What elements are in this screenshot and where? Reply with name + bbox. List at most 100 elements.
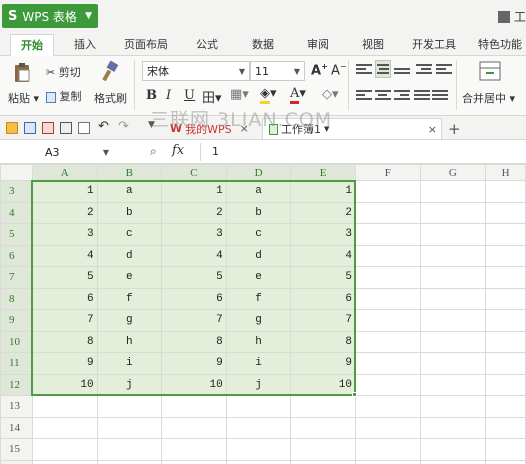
cell[interactable] (31, 416, 98, 439)
tab-features[interactable]: 特色功能 (478, 36, 522, 52)
column-header[interactable]: D (225, 164, 292, 181)
fx-icon[interactable]: fx (172, 143, 184, 158)
cell[interactable] (96, 395, 163, 418)
magnifier-icon[interactable]: ⌕ (150, 144, 157, 159)
cell[interactable] (419, 416, 487, 439)
cell[interactable]: 6 (161, 287, 227, 310)
cell[interactable]: 10 (31, 373, 98, 396)
cell[interactable]: 8 (161, 330, 227, 353)
cell[interactable]: 1 (31, 180, 98, 203)
row-header[interactable]: 3 (0, 180, 33, 203)
export-pdf-icon[interactable] (42, 122, 54, 134)
cell[interactable]: 8 (31, 330, 98, 353)
cell[interactable]: 1 (290, 180, 356, 203)
row-header[interactable]: 11 (0, 352, 33, 375)
cell[interactable]: j (225, 373, 292, 396)
undo-icon[interactable]: ↶ (98, 119, 109, 134)
cell[interactable]: c (96, 223, 163, 246)
cell[interactable]: 6 (290, 287, 356, 310)
row-header[interactable]: 9 (0, 309, 33, 332)
borders-icon[interactable]: 田▾ (202, 87, 222, 106)
merge-center-button[interactable]: 合并居中 ▾ (462, 90, 515, 106)
add-tab-button[interactable]: + (448, 118, 461, 139)
column-header[interactable]: F (354, 164, 421, 181)
cell[interactable] (290, 459, 356, 464)
print-preview-icon[interactable] (78, 122, 90, 134)
tab-review[interactable]: 审阅 (307, 36, 329, 52)
cell[interactable] (161, 438, 227, 461)
cell[interactable] (485, 438, 526, 461)
cell[interactable]: d (225, 244, 292, 267)
cell[interactable] (419, 459, 487, 464)
cell[interactable] (485, 373, 526, 396)
cell[interactable] (419, 244, 487, 267)
cell[interactable] (225, 416, 292, 439)
cell[interactable]: 5 (31, 266, 98, 289)
cell[interactable] (485, 223, 526, 246)
cell[interactable]: 7 (161, 309, 227, 332)
tab-view[interactable]: 视图 (362, 36, 384, 52)
cell[interactable]: 7 (290, 309, 356, 332)
save-icon[interactable] (24, 122, 36, 134)
font-name-select[interactable]: 宋体 ▼ (142, 61, 250, 81)
cell[interactable] (354, 223, 421, 246)
cell[interactable] (354, 309, 421, 332)
cell[interactable] (354, 373, 421, 396)
format-painter-button[interactable]: 格式刷 (94, 90, 127, 106)
cell[interactable]: h (96, 330, 163, 353)
row-header[interactable]: 10 (0, 330, 33, 353)
cell[interactable] (485, 416, 526, 439)
cell[interactable] (31, 438, 98, 461)
cell[interactable]: b (96, 201, 163, 224)
cell[interactable] (485, 244, 526, 267)
cell[interactable] (354, 266, 421, 289)
cell[interactable] (354, 180, 421, 203)
name-box[interactable]: A3 ▼ (8, 143, 114, 161)
cell[interactable] (419, 373, 487, 396)
fill-handle[interactable] (352, 392, 357, 397)
distributed-icon[interactable] (432, 88, 448, 102)
cell[interactable]: 2 (290, 201, 356, 224)
open-icon[interactable] (6, 122, 18, 134)
row-header[interactable]: 5 (0, 223, 33, 246)
cell[interactable]: f (225, 287, 292, 310)
cell[interactable] (485, 330, 526, 353)
cell[interactable] (485, 180, 526, 203)
cell[interactable]: 4 (31, 244, 98, 267)
cell[interactable]: 3 (161, 223, 227, 246)
cell[interactable]: b (225, 201, 292, 224)
cell[interactable]: c (225, 223, 292, 246)
close-icon[interactable]: × (428, 123, 437, 136)
align-left-icon[interactable] (356, 88, 372, 102)
indent-decrease-icon[interactable] (416, 62, 432, 76)
cell[interactable] (354, 395, 421, 418)
font-size-select[interactable]: 11 ▼ (250, 61, 305, 81)
cell[interactable] (354, 352, 421, 375)
cut-button[interactable]: ✂ 剪切 (46, 64, 81, 80)
cell[interactable] (485, 309, 526, 332)
cell[interactable] (161, 459, 227, 464)
column-header[interactable]: C (161, 164, 227, 181)
cell[interactable] (354, 459, 421, 464)
cell[interactable]: 4 (290, 244, 356, 267)
cell[interactable] (354, 416, 421, 439)
cell[interactable]: 3 (31, 223, 98, 246)
align-center-icon[interactable] (375, 88, 391, 102)
title-right[interactable]: 工 (497, 8, 526, 25)
cell[interactable] (225, 438, 292, 461)
row-header[interactable]: 16 (0, 459, 33, 464)
cell[interactable] (419, 266, 487, 289)
cell[interactable]: e (96, 266, 163, 289)
cell[interactable]: j (96, 373, 163, 396)
cell[interactable] (354, 287, 421, 310)
cell[interactable] (290, 438, 356, 461)
tab-formula[interactable]: 公式 (196, 36, 218, 52)
row-header[interactable]: 8 (0, 287, 33, 310)
app-menu-button[interactable]: S WPS 表格 ▼ (2, 4, 98, 28)
cell[interactable] (485, 201, 526, 224)
column-header[interactable]: G (419, 164, 487, 181)
cell[interactable] (485, 459, 526, 464)
tab-insert[interactable]: 插入 (74, 36, 96, 52)
row-header[interactable]: 13 (0, 395, 33, 418)
cell[interactable]: 10 (161, 373, 227, 396)
